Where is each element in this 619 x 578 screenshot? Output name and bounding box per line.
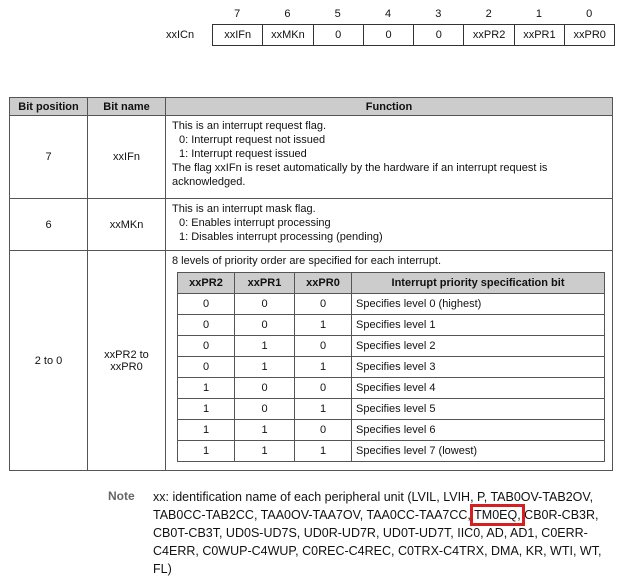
header-bit-name: Bit name xyxy=(87,97,166,116)
priority-description: Specifies level 6 xyxy=(351,419,605,441)
function-cell: This is an interrupt request flag. 0: In… xyxy=(165,115,613,199)
priority-description: Specifies level 7 (lowest) xyxy=(351,440,605,462)
function-cell: 8 levels of priority order are specified… xyxy=(165,250,613,471)
table-row: 7 xxIFn This is an interrupt request fla… xyxy=(9,115,613,199)
function-line: 0: Enables interrupt processing xyxy=(179,217,331,229)
bit-number: 5 xyxy=(334,8,341,20)
bit-value: 0 xyxy=(234,314,295,336)
header-function: Function xyxy=(165,97,613,116)
header-priority: Interrupt priority specification bit xyxy=(351,272,605,294)
bit-value: 0 xyxy=(234,293,295,315)
priority-row: 1 0 1 Specifies level 5 xyxy=(177,398,605,420)
priority-description: Specifies level 5 xyxy=(351,398,605,420)
table-row: 6 xxMKn This is an interrupt mask flag. … xyxy=(9,198,613,251)
register-bit: xxPR2 xyxy=(463,25,513,45)
bit-value: 0 xyxy=(177,356,235,378)
bit-value: 0 xyxy=(294,419,352,441)
priority-row: 0 0 1 Specifies level 1 xyxy=(177,314,605,336)
bit-value: 0 xyxy=(177,314,235,336)
bit-position: 7 xyxy=(9,115,88,199)
bit-number: 3 xyxy=(435,8,442,20)
bit-number: 4 xyxy=(384,8,392,20)
bit-number: 0 xyxy=(586,8,593,20)
function-line: 8 levels of priority order are specified… xyxy=(172,255,442,267)
function-cell: This is an interrupt mask flag. 0: Enabl… xyxy=(165,198,613,251)
register-name: xxICn xyxy=(166,29,195,41)
bit-number: 1 xyxy=(535,8,542,20)
bit-value: 0 xyxy=(177,293,235,315)
bit-number: 6 xyxy=(284,8,291,20)
bit-numbers: 7 6 5 4 3 2 1 0 xyxy=(212,8,614,20)
bit-value: 1 xyxy=(234,419,295,441)
bit-value: 1 xyxy=(177,419,235,441)
bit-value: 1 xyxy=(294,440,352,462)
bit-name: xxIFn xyxy=(87,115,166,199)
function-line: 1: Interrupt request issued xyxy=(179,148,307,160)
priority-description: Specifies level 0 (highest) xyxy=(351,293,605,315)
table-row: 2 to 0 xxPR2 to xxPR0 8 levels of priori… xyxy=(9,250,613,471)
register-bit: xxPR0 xyxy=(564,25,614,45)
bit-value: 0 xyxy=(294,293,352,315)
register-bit: 0 xyxy=(413,25,463,45)
register-bit: 0 xyxy=(312,25,363,45)
bit-value: 1 xyxy=(177,398,235,420)
bit-value: 1 xyxy=(234,356,295,378)
bit-function-table: Bit position Bit name Function 7 xxIFn T… xyxy=(9,97,613,471)
priority-row: 0 1 0 Specifies level 2 xyxy=(177,335,605,357)
bit-value: 0 xyxy=(177,335,235,357)
bit-position: 2 to 0 xyxy=(9,250,88,471)
function-line: This is an interrupt mask flag. xyxy=(172,203,316,215)
function-line: The flag xxIFn is reset automatically by… xyxy=(172,162,548,188)
note-text: xx: identification name of each peripher… xyxy=(153,488,608,578)
header-pr2: xxPR2 xyxy=(177,272,235,294)
priority-description: Specifies level 4 xyxy=(351,377,605,399)
priority-description: Specifies level 1 xyxy=(351,314,605,336)
header-bit-position: Bit position xyxy=(9,97,88,116)
bit-value: 1 xyxy=(177,377,235,399)
bit-value: 0 xyxy=(234,377,295,399)
priority-description: Specifies level 2 xyxy=(351,335,605,357)
highlighted-term: TM0EQ, xyxy=(470,504,525,526)
bit-value: 0 xyxy=(234,398,295,420)
register-bit: xxMKn xyxy=(262,25,312,45)
function-line: This is an interrupt request flag. xyxy=(172,120,327,132)
note-label: Note xyxy=(108,489,135,503)
bit-number: 7 xyxy=(234,8,241,20)
bit-value: 0 xyxy=(294,377,352,399)
register-bitfield: xxIFn xxMKn 0 0 0 xxPR2 xxPR1 xxPR0 xyxy=(212,24,616,46)
priority-description: Specifies level 3 xyxy=(351,356,605,378)
priority-row: 1 0 0 Specifies level 4 xyxy=(177,377,605,399)
register-bit: xxPR1 xyxy=(513,25,564,45)
header-pr1: xxPR1 xyxy=(234,272,295,294)
bit-value: 0 xyxy=(294,335,352,357)
priority-row: 1 1 1 Specifies level 7 (lowest) xyxy=(177,440,605,462)
register-bit: xxIFn xyxy=(224,29,252,41)
function-line: 0: Interrupt request not issued xyxy=(179,134,326,146)
bit-value: 1 xyxy=(234,335,295,357)
function-line: 1: Disables interrupt processing (pendin… xyxy=(179,231,383,243)
bit-name: xxPR2 to xxPR0 xyxy=(87,250,166,471)
bit-value: 1 xyxy=(177,440,235,462)
priority-table: xxPR2 xxPR1 xxPR0 Interrupt priority spe… xyxy=(177,272,605,462)
priority-row: 1 1 0 Specifies level 6 xyxy=(177,419,605,441)
header-pr0: xxPR0 xyxy=(294,272,352,294)
bit-number: 2 xyxy=(485,8,492,20)
bit-value: 1 xyxy=(294,398,352,420)
priority-row: 0 1 1 Specifies level 3 xyxy=(177,356,605,378)
bit-value: 1 xyxy=(234,440,295,462)
bit-position: 6 xyxy=(9,198,88,251)
bit-name: xxMKn xyxy=(87,198,166,251)
bit-value: 1 xyxy=(294,356,352,378)
bit-value: 1 xyxy=(294,314,352,336)
register-bit: 0 xyxy=(362,25,413,45)
priority-row: 0 0 0 Specifies level 0 (highest) xyxy=(177,293,605,315)
